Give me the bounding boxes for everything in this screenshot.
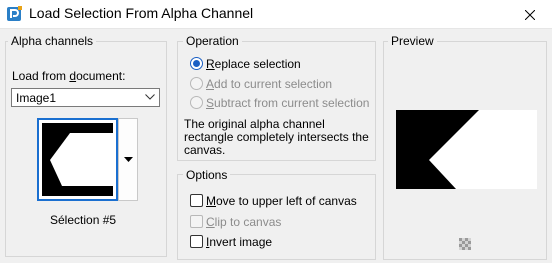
move-to-upper-left-label[interactable]: Move to upper left of canvas: [206, 194, 357, 208]
alpha-channel-thumbnail[interactable]: [37, 118, 118, 201]
subtract-selection-radio[interactable]: [190, 96, 203, 109]
intersect-message-line-2: rectangle completely intersects the: [184, 130, 369, 144]
invert-image-label[interactable]: Invert image: [206, 235, 272, 249]
add-to-selection-radio[interactable]: [190, 77, 203, 90]
options-group-label: Options: [183, 168, 231, 182]
operation-group-label: Operation: [183, 34, 242, 48]
caret-down-icon: [124, 157, 133, 162]
chevron-down-icon: [145, 94, 155, 100]
document-select-value: Image1: [16, 91, 57, 105]
clip-to-canvas-label[interactable]: Clip to canvas: [206, 215, 281, 229]
thumbnail-dropdown-button[interactable]: [118, 118, 138, 201]
invert-image-checkbox[interactable]: [190, 235, 203, 248]
subtract-selection-label[interactable]: Subtract from current selection: [206, 96, 369, 110]
paintshop-pro-icon: [7, 6, 22, 21]
clip-to-canvas-checkbox[interactable]: [190, 215, 203, 228]
add-to-selection-label[interactable]: Add to current selection: [206, 77, 332, 91]
thumbnail-canvas: [42, 123, 113, 196]
close-button[interactable]: [508, 0, 552, 29]
intersect-message-line-1: The original alpha channel: [184, 117, 325, 131]
move-to-upper-left-checkbox[interactable]: [190, 194, 203, 207]
title-bar: Load Selection From Alpha Channel: [0, 0, 552, 29]
window-title: Load Selection From Alpha Channel: [29, 5, 254, 21]
replace-selection-label[interactable]: Replace selection: [206, 57, 301, 71]
load-from-document-label: Load from document:: [12, 69, 126, 83]
thumbnail-selection-shape: [50, 133, 113, 186]
intersect-message-line-3: canvas.: [184, 143, 226, 157]
checkerboard-icon[interactable]: [456, 235, 474, 253]
close-icon: [525, 9, 535, 20]
preview-group-label: Preview: [388, 34, 437, 48]
document-select[interactable]: Image1: [11, 88, 160, 107]
replace-selection-radio[interactable]: [190, 57, 203, 70]
selection-name: Sélection #5: [50, 213, 117, 227]
preview-image: [396, 110, 537, 189]
alpha-channels-group-label: Alpha channels: [8, 34, 97, 48]
